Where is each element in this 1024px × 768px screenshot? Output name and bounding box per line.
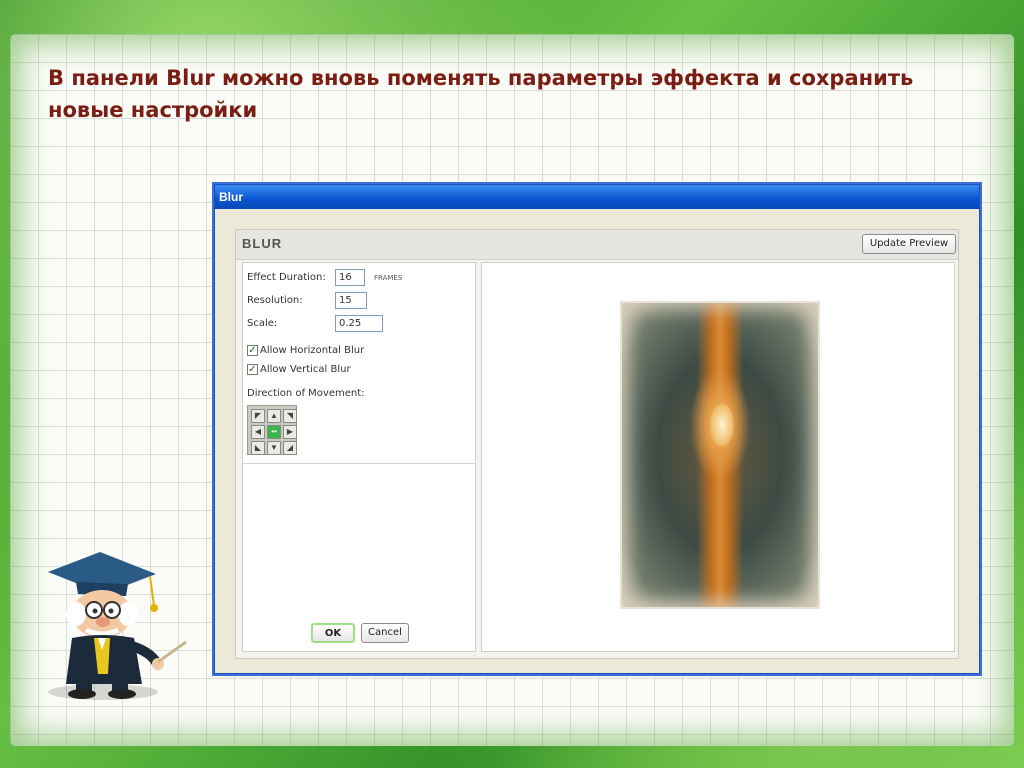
panel-title: BLUR bbox=[242, 236, 283, 251]
resolution-input[interactable]: 15 bbox=[335, 292, 367, 309]
slide-title: В панели Blur можно вновь поменять парам… bbox=[48, 66, 914, 122]
scale-label: Scale: bbox=[247, 318, 278, 329]
dialog-titlebar[interactable]: Blur bbox=[215, 185, 979, 209]
center-icon[interactable]: •• bbox=[267, 425, 281, 439]
scale-input[interactable]: 0.25 bbox=[335, 315, 383, 332]
arrow-down-left-icon[interactable]: ◣ bbox=[251, 441, 265, 455]
arrow-right-icon[interactable]: ▶ bbox=[283, 425, 297, 439]
allow-horizontal-label: Allow Horizontal Blur bbox=[260, 345, 365, 356]
dialog-title: Blur bbox=[219, 190, 243, 204]
professor-mascot-icon bbox=[48, 552, 187, 700]
arrow-up-right-icon[interactable]: ◥ bbox=[283, 409, 297, 423]
arrow-left-icon[interactable]: ◀ bbox=[251, 425, 265, 439]
update-preview-button[interactable]: Update Preview bbox=[862, 234, 956, 254]
arrow-down-icon[interactable]: ▼ bbox=[267, 441, 281, 455]
effect-duration-label: Effect Duration: bbox=[247, 272, 326, 283]
arrow-down-right-icon[interactable]: ◢ bbox=[283, 441, 297, 455]
blur-dialog: Blur BLUR Update Preview Effect Duration… bbox=[214, 184, 980, 674]
checkmark-icon: ✓ bbox=[248, 345, 257, 356]
arrow-up-icon[interactable]: ▲ bbox=[267, 409, 281, 423]
arrow-up-left-icon[interactable]: ◤ bbox=[251, 409, 265, 423]
direction-label: Direction of Movement: bbox=[247, 388, 365, 399]
cancel-button[interactable]: Cancel bbox=[361, 623, 409, 643]
direction-selector: ◤ ▲ ◥ ◀ •• ▶ ◣ ▼ ◢ bbox=[247, 405, 297, 455]
panel-header: BLUR Update Preview bbox=[236, 230, 958, 260]
effect-duration-unit: FRAMES bbox=[374, 274, 403, 282]
settings-divider bbox=[243, 463, 475, 464]
effect-duration-input[interactable]: 16 bbox=[335, 269, 365, 286]
dialog-body: BLUR Update Preview Effect Duration: 16 … bbox=[235, 229, 959, 659]
preview-pane bbox=[481, 262, 955, 652]
allow-vertical-label: Allow Vertical Blur bbox=[260, 364, 351, 375]
ok-button[interactable]: OK bbox=[311, 623, 355, 643]
settings-pane: Effect Duration: 16 FRAMES Resolution: 1… bbox=[242, 262, 476, 652]
allow-horizontal-checkbox[interactable]: ✓ bbox=[247, 345, 258, 356]
allow-vertical-checkbox[interactable]: ✓ bbox=[247, 364, 258, 375]
resolution-label: Resolution: bbox=[247, 295, 303, 306]
checkmark-icon: ✓ bbox=[248, 364, 257, 375]
preview-figure-glow bbox=[710, 403, 734, 447]
blur-preview-image bbox=[620, 301, 820, 609]
